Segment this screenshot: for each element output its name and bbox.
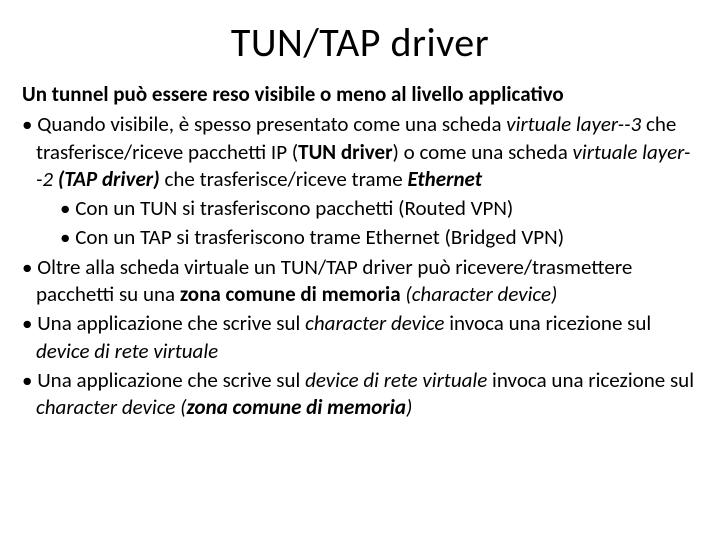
text: • Una applicazione che scrive sul	[22, 310, 305, 336]
text-italic: device di rete virtuale	[305, 367, 492, 393]
bullet-2: • Oltre alla scheda virtuale un TUN/TAP …	[22, 254, 698, 309]
text: • Quando visibile, è spesso presentato c…	[22, 111, 506, 137]
text-italic: (character device)	[405, 281, 557, 307]
bullet-3: • Una applicazione che scrive sul charac…	[22, 310, 698, 365]
text: invoca una ricezione sul	[449, 310, 651, 336]
text-italic-bold: zona comune di memoria	[186, 394, 405, 420]
slide: TUN/TAP driver Un tunnel può essere reso…	[0, 0, 720, 540]
text: invoca una ricezione sul	[492, 367, 694, 393]
text: che trasferisce/riceve trame	[164, 166, 407, 192]
text-bold: TUN driver	[298, 139, 392, 165]
text-bold: zona comune di memoria	[180, 281, 406, 307]
text-italic: character device	[36, 394, 180, 420]
text-italic-bold: TAP driver	[64, 166, 153, 192]
bullet-1a: • Con un TUN si trasferiscono pacchetti …	[22, 195, 698, 222]
intro-line: Un tunnel può essere reso visibile o men…	[22, 81, 698, 107]
text-italic: virtuale layer--3	[506, 111, 646, 137]
bullet-1b: • Con un TAP si trasferiscono trame Ethe…	[22, 224, 698, 251]
text-italic: device di rete virtuale	[36, 338, 218, 364]
text-italic-bold: )	[153, 166, 164, 192]
text-italic-bold: Ethernet	[408, 166, 483, 192]
slide-title: TUN/TAP driver	[22, 18, 698, 67]
text: ) o come una scheda	[393, 139, 573, 165]
text-italic: character device	[305, 310, 449, 336]
text-italic: )	[406, 394, 412, 420]
text: • Una applicazione che scrive sul	[22, 367, 305, 393]
bullet-1: • Quando visibile, è spesso presentato c…	[22, 111, 698, 193]
bullet-4: • Una applicazione che scrive sul device…	[22, 367, 698, 422]
